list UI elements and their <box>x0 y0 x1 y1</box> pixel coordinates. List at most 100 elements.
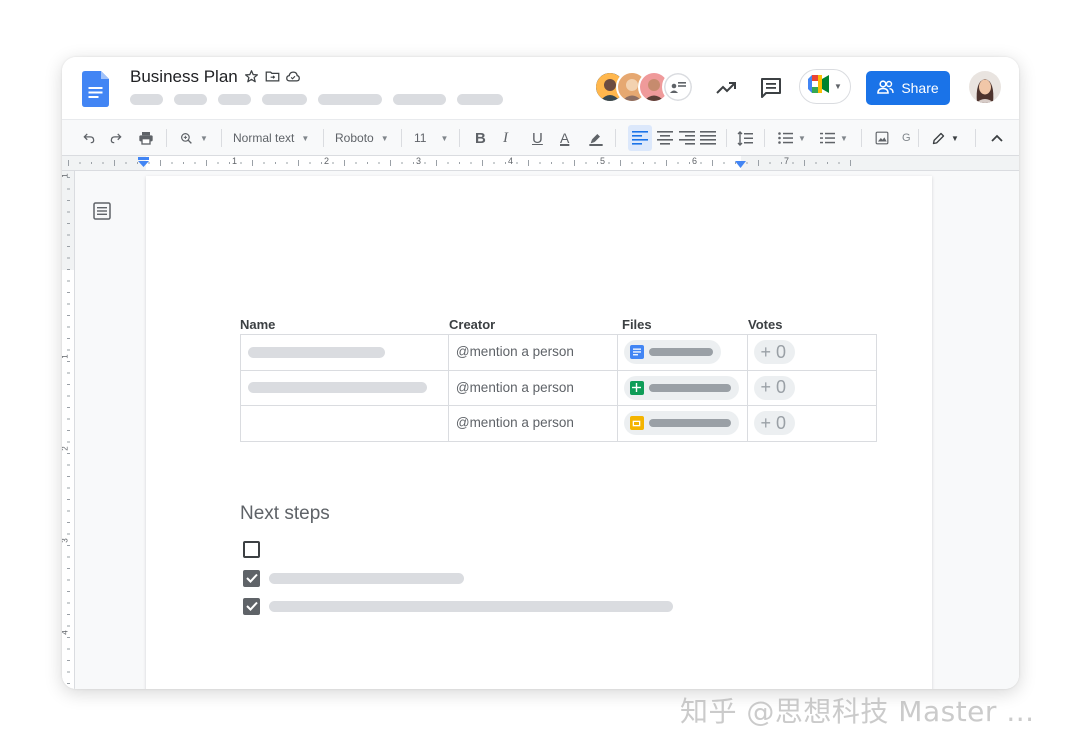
vote-count: 0 <box>776 377 787 398</box>
table-row: @mention a person + 0 <box>240 334 878 371</box>
watermark: 知乎 @思想科技 Master ... <box>680 695 1035 728</box>
align-center-icon[interactable] <box>657 120 673 156</box>
document-outline-icon[interactable] <box>92 201 112 221</box>
checklist-item <box>243 569 464 587</box>
docs-window: Business Plan ▼ Share ▼ Normal text ▼ Ro… <box>62 57 1019 689</box>
docs-file-icon <box>629 345 644 360</box>
justify-icon[interactable] <box>700 120 716 156</box>
menu-placeholder[interactable] <box>262 94 307 105</box>
insert-image-icon[interactable] <box>875 120 889 156</box>
file-name-placeholder <box>648 383 731 392</box>
name-cell[interactable] <box>240 405 449 442</box>
zoom-dropdown[interactable]: ▼ <box>180 120 208 156</box>
star-icon[interactable] <box>243 68 259 84</box>
column-header-votes: Votes <box>748 317 783 332</box>
font-dropdown[interactable]: Roboto ▼ <box>335 120 389 156</box>
more-collaborators-icon[interactable] <box>662 71 694 103</box>
mention-placeholder[interactable]: @mention a person <box>449 344 574 359</box>
user-avatar[interactable] <box>969 71 1001 103</box>
ruler-number: 3 <box>62 538 70 542</box>
numbered-list-dropdown[interactable]: ▼ <box>820 120 848 156</box>
votes-cell[interactable]: + 0 <box>746 369 878 406</box>
checkbox-unchecked[interactable] <box>243 540 260 558</box>
next-steps-heading: Next steps <box>240 503 330 524</box>
document-page[interactable]: Name Creator Files Votes @mention a pers… <box>146 176 932 689</box>
mention-placeholder[interactable]: @mention a person <box>449 380 574 395</box>
ruler-number: 3 <box>416 156 422 166</box>
files-cell[interactable] <box>616 369 748 406</box>
mention-placeholder[interactable]: @mention a person <box>449 415 574 430</box>
name-cell[interactable] <box>240 334 449 371</box>
move-folder-icon[interactable] <box>264 68 280 84</box>
docs-logo-icon[interactable] <box>82 71 109 107</box>
votes-cell[interactable]: + 0 <box>746 405 878 442</box>
menu-placeholder[interactable] <box>174 94 207 105</box>
vote-chip[interactable]: + 0 <box>753 411 796 436</box>
horizontal-ruler[interactable]: 1 2 3 4 5 6 7 <box>62 155 1019 171</box>
files-cell[interactable] <box>616 334 748 371</box>
ruler-number: 4 <box>508 156 514 166</box>
comments-icon[interactable] <box>759 76 783 100</box>
pencil-icon <box>931 131 946 146</box>
right-indent-marker[interactable] <box>734 160 748 170</box>
meet-button[interactable]: ▼ <box>799 69 851 104</box>
redo-icon[interactable] <box>109 120 123 156</box>
font-size-dropdown[interactable]: 11 ▼ <box>414 120 448 156</box>
name-cell[interactable] <box>240 369 449 406</box>
chevron-down-icon: ▼ <box>834 82 842 91</box>
vote-chip[interactable]: + 0 <box>753 340 796 365</box>
vote-chip[interactable]: + 0 <box>753 375 796 400</box>
align-right-icon[interactable] <box>679 120 695 156</box>
menu-placeholder[interactable] <box>393 94 446 105</box>
checklist-item <box>243 597 673 615</box>
vertical-ruler[interactable]: 1 1 2 3 4 <box>62 171 75 689</box>
cloud-saved-icon[interactable] <box>285 68 301 84</box>
checkbox-checked[interactable] <box>243 597 260 615</box>
creator-cell[interactable]: @mention a person <box>447 369 618 406</box>
undo-icon[interactable] <box>82 120 96 156</box>
bulleted-list-icon <box>778 132 793 144</box>
align-left-icon[interactable] <box>632 120 648 156</box>
menu-placeholder[interactable] <box>218 94 251 105</box>
share-button[interactable]: Share <box>866 71 950 105</box>
menu-bar-placeholders <box>130 94 503 105</box>
underline-button[interactable]: U <box>532 120 543 156</box>
creator-cell[interactable]: @mention a person <box>447 334 618 371</box>
ideas-table: @mention a person + 0 @mention a person … <box>240 334 878 442</box>
column-header-files: Files <box>622 317 652 332</box>
plus-icon: + <box>760 341 772 362</box>
checkbox-checked[interactable] <box>243 569 260 587</box>
style-dropdown[interactable]: Normal text ▼ <box>233 120 309 156</box>
chevron-down-icon: ▼ <box>951 133 959 143</box>
menu-placeholder[interactable] <box>318 94 382 105</box>
formatting-toolbar: ▼ Normal text ▼ Roboto ▼ 11 ▼ B I U A ▼ … <box>62 119 1019 155</box>
print-icon[interactable] <box>138 120 154 156</box>
activity-dashboard-icon[interactable] <box>714 76 738 100</box>
editing-mode-dropdown[interactable]: ▼ <box>931 120 959 156</box>
checklist-item <box>243 540 260 558</box>
line-spacing-icon[interactable] <box>737 120 753 156</box>
ruler-number: 4 <box>62 630 70 634</box>
collapse-menu-icon[interactable] <box>991 120 1003 156</box>
highlight-color-icon[interactable] <box>588 120 604 156</box>
creator-cell[interactable]: @mention a person <box>447 405 618 442</box>
menu-placeholder[interactable] <box>130 94 163 105</box>
vote-count: 0 <box>776 341 787 362</box>
votes-cell[interactable]: + 0 <box>746 334 878 371</box>
text-color-button[interactable]: A <box>560 120 569 156</box>
text-placeholder <box>269 600 673 612</box>
file-chip[interactable] <box>623 340 721 365</box>
document-canvas: 1 1 2 3 4 Name Creator Files Votes <box>62 171 1019 689</box>
file-chip[interactable] <box>623 375 739 400</box>
bulleted-list-dropdown[interactable]: ▼ <box>778 120 806 156</box>
italic-button[interactable]: I <box>503 120 508 156</box>
file-chip[interactable] <box>623 411 739 436</box>
bold-button[interactable]: B <box>475 120 486 156</box>
files-cell[interactable] <box>616 405 748 442</box>
document-title[interactable]: Business Plan <box>130 67 238 87</box>
zoom-icon <box>180 132 193 145</box>
collaborator-avatars[interactable] <box>594 71 698 105</box>
menu-placeholder[interactable] <box>457 94 503 105</box>
more-tools-icon[interactable]: G <box>902 120 911 156</box>
left-indent-marker[interactable] <box>137 157 151 169</box>
